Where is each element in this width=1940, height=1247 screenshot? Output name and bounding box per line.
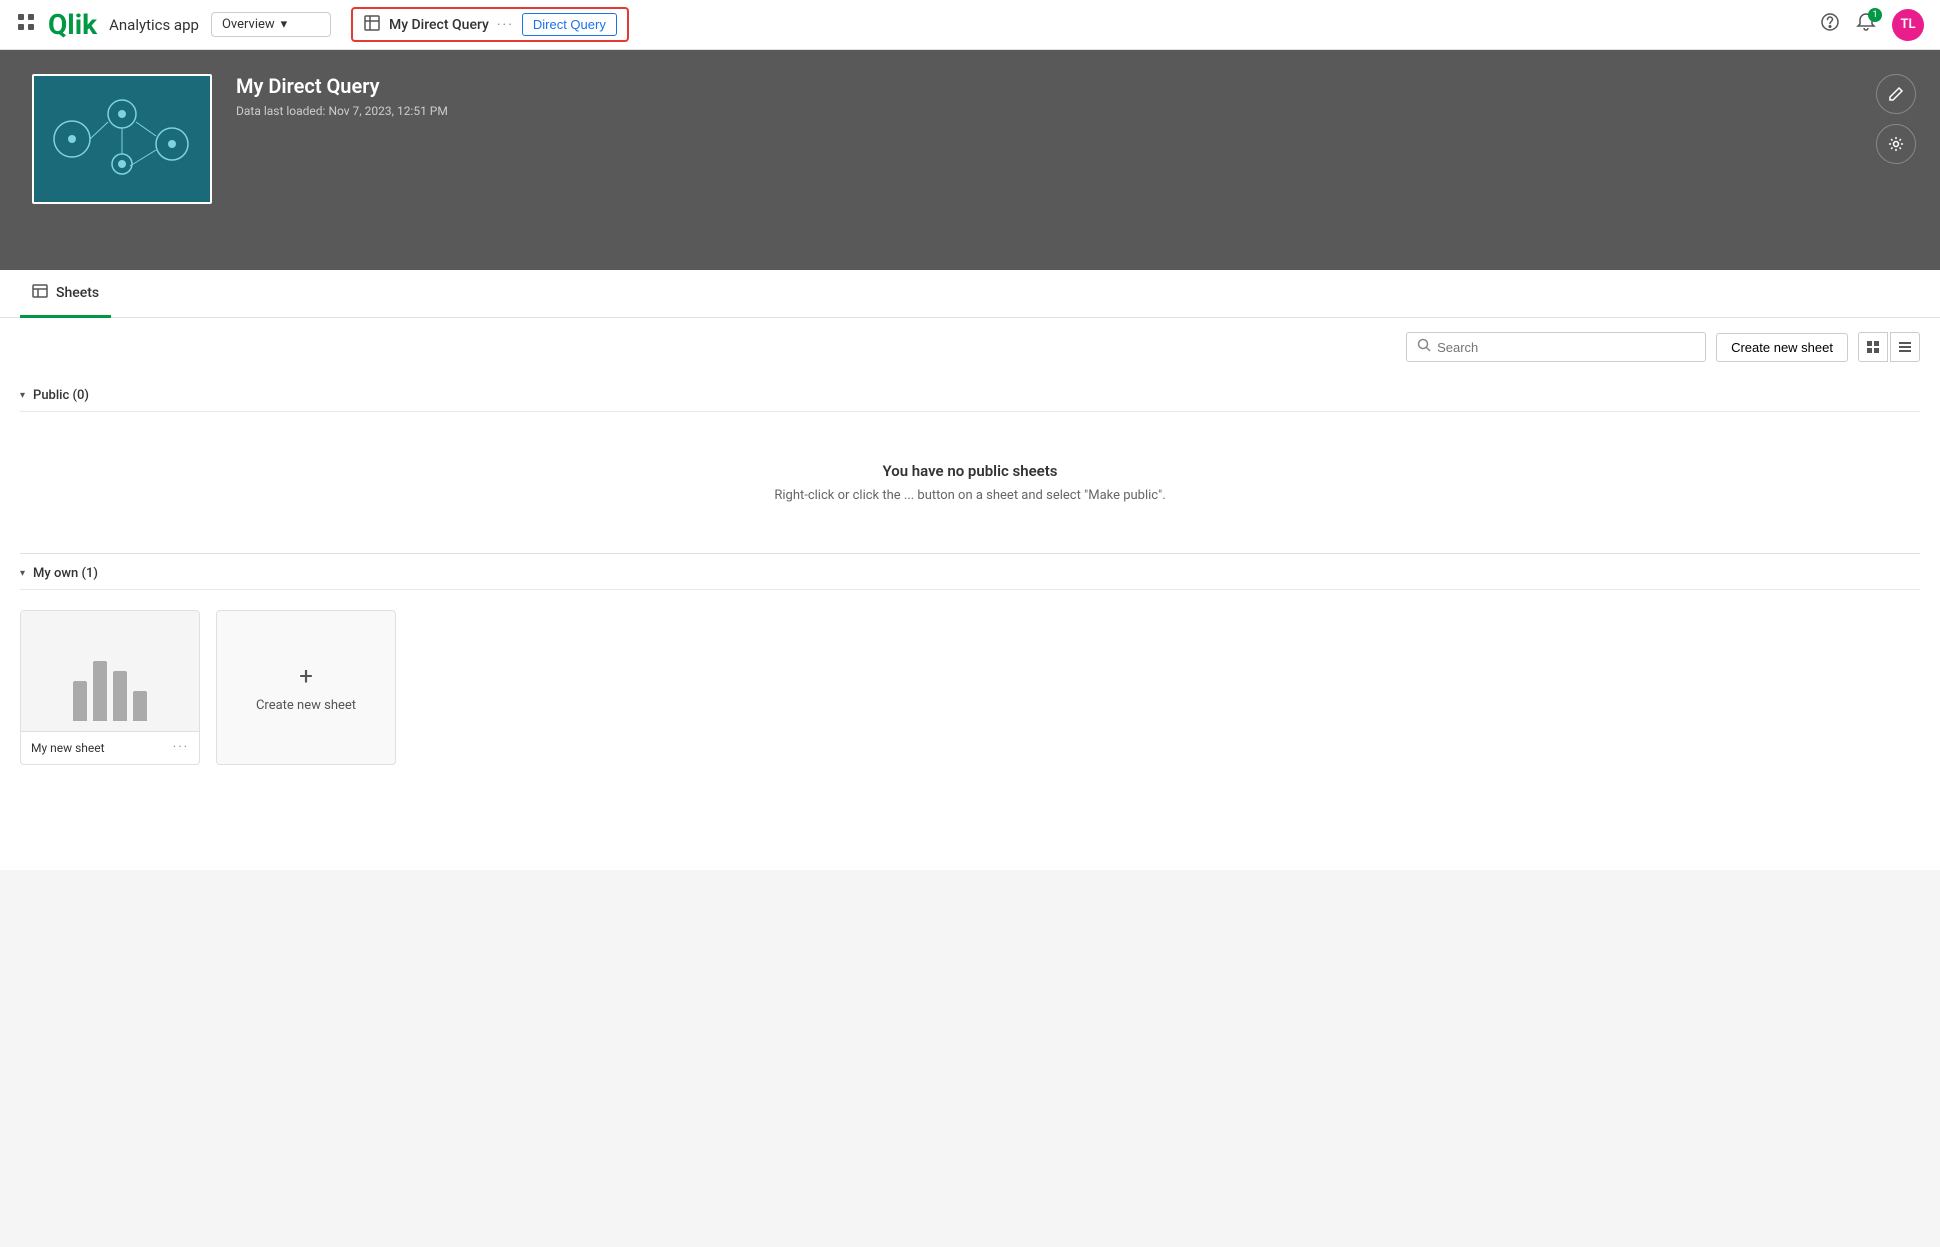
my-own-chevron-icon: ▾ [20, 568, 25, 579]
pill-title: My Direct Query [389, 17, 489, 33]
search-box[interactable] [1406, 332, 1706, 362]
chart-bar [113, 671, 127, 721]
app-last-loaded: Data last loaded: Nov 7, 2023, 12:51 PM [236, 104, 1908, 118]
sheets-section: Sheets Create new sheet [0, 270, 1940, 870]
public-section: ▾ Public (0) You have no public sheets R… [0, 376, 1940, 553]
list-view-button[interactable] [1890, 332, 1920, 362]
create-new-sheet-button[interactable]: Create new sheet [1716, 333, 1848, 362]
create-card-label: Create new sheet [256, 698, 356, 713]
search-input[interactable] [1437, 340, 1695, 355]
nav-action-icons: 1 TL [1820, 9, 1924, 41]
app-name: My Direct Query [236, 74, 1908, 98]
sheets-tab-label: Sheets [56, 285, 99, 301]
sheet-cards-container: My new sheet ··· + Create new sheet [20, 590, 1920, 785]
qlik-logo: Qlik [48, 11, 97, 39]
help-icon[interactable] [1820, 12, 1840, 37]
sheets-tabs: Sheets [0, 270, 1940, 318]
sheet-card-name: My new sheet [31, 741, 105, 755]
my-own-section: ▾ My own (1) My new sheet ··· [0, 554, 1940, 785]
chart-bar [93, 661, 107, 721]
notifications-icon[interactable]: 1 [1856, 12, 1876, 37]
grid-view-button[interactable] [1858, 332, 1888, 362]
app-header: My Direct Query Data last loaded: Nov 7,… [0, 50, 1940, 270]
app-icon [363, 14, 381, 36]
app-header-actions [1876, 74, 1916, 164]
sheets-tab[interactable]: Sheets [20, 271, 111, 318]
sheet-card[interactable]: My new sheet ··· [20, 610, 200, 765]
app-info: My Direct Query Data last loaded: Nov 7,… [236, 74, 1908, 118]
direct-query-button[interactable]: Direct Query [522, 13, 617, 36]
edit-button[interactable] [1876, 74, 1916, 114]
qlik-wordmark: Qlik [48, 11, 97, 39]
empty-title: You have no public sheets [40, 462, 1900, 480]
public-section-label: Public (0) [33, 388, 89, 403]
dropdown-label: Overview [222, 17, 275, 32]
overview-dropdown[interactable]: Overview ▾ [211, 12, 331, 37]
app-thumbnail [32, 74, 212, 204]
chart-bar [73, 681, 87, 721]
sheet-card-more-button[interactable]: ··· [173, 740, 189, 755]
sheet-card-footer: My new sheet ··· [21, 731, 199, 763]
sheet-card-thumbnail [21, 611, 199, 731]
chart-bar [133, 691, 147, 721]
notification-badge: 1 [1868, 8, 1882, 22]
plus-icon: + [299, 662, 313, 690]
sheets-toolbar: Create new sheet [0, 318, 1940, 376]
settings-button[interactable] [1876, 124, 1916, 164]
public-empty-state: You have no public sheets Right-click or… [20, 412, 1920, 553]
create-new-sheet-card[interactable]: + Create new sheet [216, 610, 396, 765]
user-avatar[interactable]: TL [1892, 9, 1924, 41]
my-own-section-header[interactable]: ▾ My own (1) [20, 554, 1920, 590]
view-toggle [1858, 332, 1920, 362]
search-icon [1417, 338, 1431, 356]
my-own-section-label: My own (1) [33, 566, 98, 581]
chevron-down-icon: ▾ [281, 17, 320, 32]
public-section-header[interactable]: ▾ Public (0) [20, 376, 1920, 412]
chart-bars [73, 661, 147, 721]
public-chevron-icon: ▾ [20, 390, 25, 401]
pill-more-button[interactable]: ··· [497, 17, 514, 33]
sheets-tab-icon [32, 283, 48, 303]
app-pill: My Direct Query ··· Direct Query [351, 7, 629, 42]
top-navigation: Qlik Analytics app Overview ▾ My Direct … [0, 0, 1940, 50]
grid-icon[interactable] [16, 12, 36, 37]
empty-subtitle: Right-click or click the ... button on a… [40, 488, 1900, 503]
app-title: Analytics app [109, 16, 199, 34]
